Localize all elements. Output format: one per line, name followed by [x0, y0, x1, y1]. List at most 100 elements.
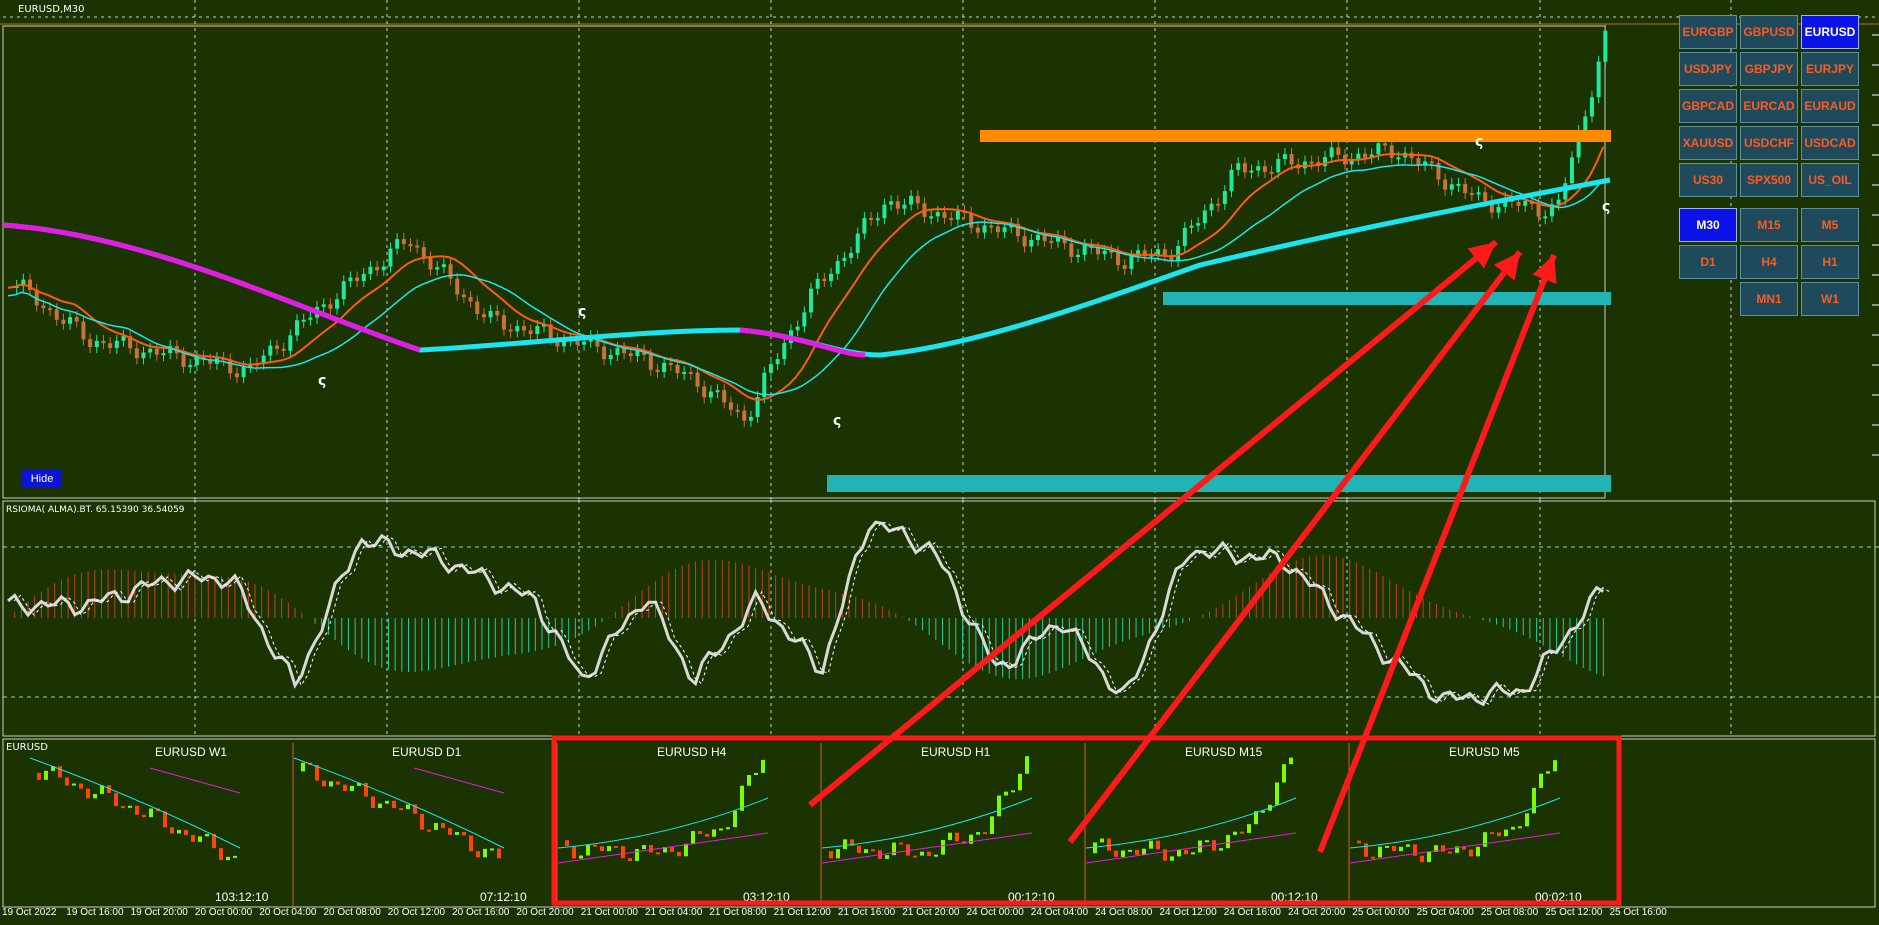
candle-body: [234, 373, 239, 378]
candle-body: [1469, 193, 1474, 196]
symbol-button-us_oil[interactable]: US_OIL: [1801, 163, 1859, 197]
candle-body: [348, 277, 353, 282]
candle-body: [1389, 145, 1394, 158]
candle-body: [955, 211, 960, 220]
candle-body: [521, 326, 526, 331]
candle-body: [702, 386, 707, 398]
mini-candle: [420, 813, 424, 830]
time-axis-label: 21 Oct 00:00: [580, 907, 638, 918]
candle-body: [1262, 166, 1267, 172]
candle-body: [455, 278, 460, 295]
mini-candle: [385, 800, 389, 804]
mini-candle: [1107, 838, 1111, 851]
symbol-button-us30[interactable]: US30: [1679, 163, 1737, 197]
timeframe-button-m5[interactable]: M5: [1801, 208, 1859, 242]
mini-candle: [906, 844, 910, 856]
candle-body: [1356, 153, 1361, 159]
candle-body: [415, 245, 420, 248]
candle-body: [775, 359, 780, 365]
symbol-button-euraud[interactable]: EURAUD: [1801, 89, 1859, 123]
timeframe-button-h1[interactable]: H1: [1801, 245, 1859, 279]
mini-candle: [441, 823, 445, 829]
candle-body: [1229, 169, 1234, 192]
symbol-button-gbpcad[interactable]: GBPCAD: [1679, 89, 1737, 123]
candle-body: [849, 252, 854, 258]
time-axis-label: 24 Oct 08:00: [1095, 907, 1153, 918]
symbol-button-usdcad[interactable]: USDCAD: [1801, 126, 1859, 160]
mini-candle: [1177, 849, 1181, 857]
symbol-button-eurusd[interactable]: EURUSD: [1801, 15, 1859, 49]
candle-body: [889, 201, 894, 205]
symbol-button-spx500[interactable]: SPX500: [1740, 163, 1798, 197]
candle-body: [1289, 154, 1294, 165]
rsioma-indicator-pane[interactable]: RSIOMA( ALMA).BT. 65.15390 36.54059: [0, 500, 1879, 738]
candle-body: [1216, 203, 1221, 206]
mini-candle: [58, 766, 62, 778]
price-chart-canvas[interactable]: ς ς ς ς ς: [0, 0, 1879, 500]
mini-chart-countdown: 07:12:10: [480, 890, 527, 904]
candle-body: [114, 340, 119, 348]
mini-candle: [754, 772, 758, 775]
time-axis-label: 25 Oct 16:00: [1609, 907, 1667, 918]
mini-candle: [1128, 849, 1132, 852]
candle-body: [1603, 30, 1608, 62]
mini-candle: [1511, 826, 1515, 830]
candle-body: [1196, 223, 1201, 226]
indicator-canvas[interactable]: [0, 500, 1879, 738]
mini-chart-title: EURUSD M5: [1449, 745, 1520, 759]
timeframe-button-m15[interactable]: M15: [1740, 208, 1798, 242]
mini-chart-title: EURUSD H4: [657, 745, 727, 759]
timeframe-button-d1[interactable]: D1: [1679, 245, 1737, 279]
symbol-button-xauusd[interactable]: XAUUSD: [1679, 126, 1737, 160]
candle-body: [481, 314, 486, 318]
mini-candle: [1441, 845, 1445, 852]
candle-body: [1456, 183, 1461, 186]
symbol-button-eurjpy[interactable]: EURJPY: [1801, 52, 1859, 86]
candle-body: [355, 277, 360, 281]
timeframe-button-h4[interactable]: H4: [1740, 245, 1798, 279]
candle-body: [1162, 249, 1167, 256]
candle-body: [528, 330, 533, 335]
mini-candle: [864, 849, 868, 853]
timeframe-button-mn1[interactable]: MN1: [1740, 282, 1798, 316]
mini-candle: [976, 832, 980, 835]
swing-marker: ς: [1475, 134, 1483, 150]
candle-body: [395, 239, 400, 249]
mini-candle: [392, 800, 396, 809]
candle-body: [1363, 153, 1368, 158]
symbol-button-usdchf[interactable]: USDCHF: [1740, 126, 1798, 160]
mini-candle: [1191, 852, 1195, 855]
symbol-button-gbpjpy[interactable]: GBPJPY: [1740, 52, 1798, 86]
candle-body: [1156, 249, 1161, 255]
hide-button[interactable]: Hide: [22, 470, 62, 488]
candle-body: [1336, 147, 1341, 155]
candle-body: [1463, 183, 1468, 194]
candle-body: [1176, 246, 1181, 261]
mini-candle: [128, 805, 132, 808]
mini-candle: [1219, 848, 1223, 851]
mini-candle: [1392, 845, 1396, 852]
timeframe-button-m30[interactable]: M30: [1679, 208, 1737, 242]
candle-body: [1076, 254, 1080, 257]
mini-candle: [593, 844, 597, 847]
symbol-button-eurcad[interactable]: EURCAD: [1740, 89, 1798, 123]
multi-timeframe-pane[interactable]: EURUSD: [0, 738, 1879, 908]
mini-candle: [649, 845, 653, 853]
mini-candle: [191, 835, 195, 842]
mini-candle: [79, 783, 83, 789]
candle-body: [695, 372, 700, 387]
timeframe-button-w1[interactable]: W1: [1801, 282, 1859, 316]
mini-candle: [233, 855, 237, 858]
mini-candle: [600, 846, 604, 852]
main-price-chart[interactable]: EURUSD,M30 ς ς ς ς ς Hide: [0, 0, 1879, 500]
mini-candle: [86, 788, 90, 799]
symbol-button-usdjpy[interactable]: USDJPY: [1679, 52, 1737, 86]
symbol-button-gbpusd[interactable]: GBPUSD: [1740, 15, 1798, 49]
mini-candle: [565, 840, 569, 846]
candle-body: [1329, 147, 1334, 158]
symbol-button-eurgbp[interactable]: EURGBP: [1679, 15, 1737, 49]
candle-body: [1396, 157, 1401, 160]
mini-candle: [329, 781, 333, 787]
candle-body: [108, 343, 113, 348]
mini-charts-canvas: [2, 738, 1876, 908]
